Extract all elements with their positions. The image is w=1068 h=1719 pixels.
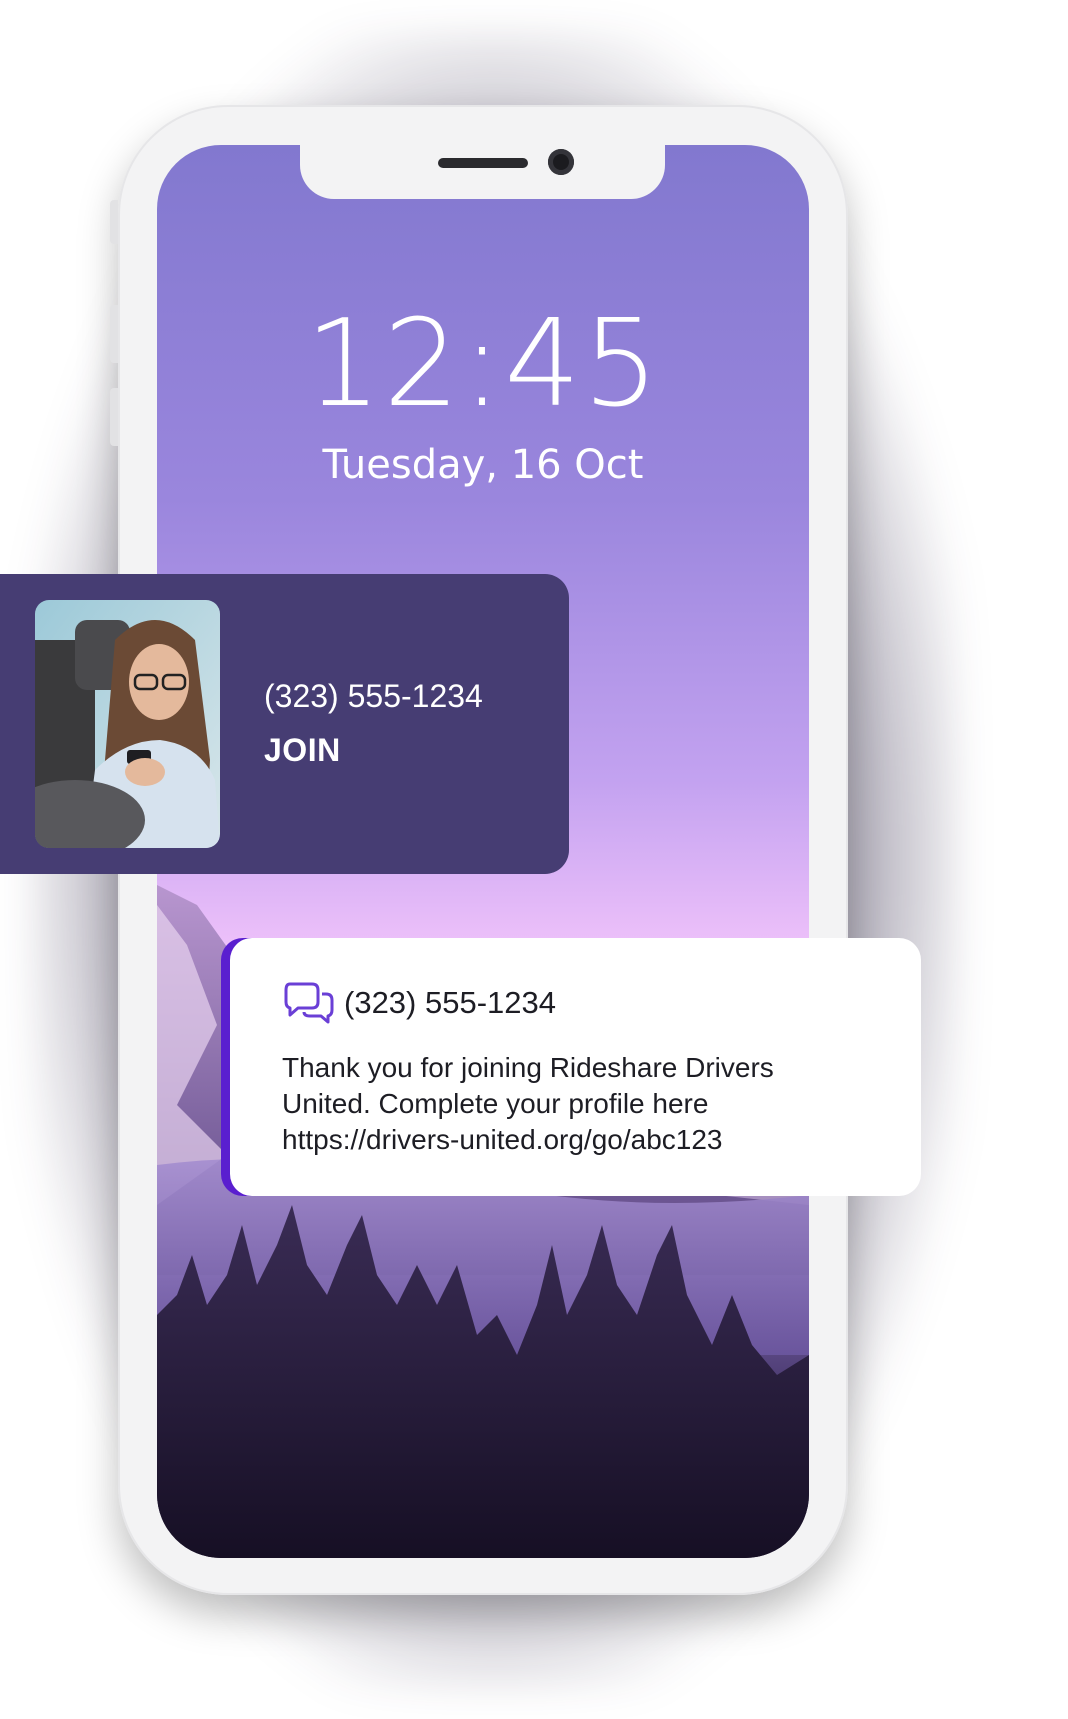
person-photo-icon [35, 600, 220, 848]
side-button-volume-down [110, 388, 118, 446]
sms-message-line: Thank you for joining Rideshare Drivers [282, 1052, 774, 1083]
join-label[interactable]: JOIN [264, 730, 341, 770]
front-camera [548, 149, 574, 175]
call-notification-card[interactable]: (323) 555-1234 JOIN [0, 574, 569, 874]
call-phone-number: (323) 555-1234 [264, 678, 483, 714]
sms-message: Thank you for joining Rideshare Drivers … [282, 1050, 902, 1158]
sms-phone-number: (323) 555-1234 [344, 985, 556, 1020]
sms-notification-card[interactable]: (323) 555-1234 Thank you for joining Rid… [230, 938, 921, 1196]
driver-photo [35, 600, 220, 848]
lock-screen-time: 12:45 [305, 295, 661, 434]
lock-screen-date: Tuesday, 16 Oct [322, 442, 644, 488]
sms-message-line: United. Complete your profile here [282, 1088, 709, 1119]
speaker-grill [438, 158, 528, 168]
side-button-volume-up [110, 305, 118, 363]
sms-link[interactable]: https://drivers-united.org/go/abc123 [282, 1122, 902, 1158]
phone-notch [300, 145, 665, 199]
chat-bubbles-icon [284, 982, 334, 1024]
side-button-top [110, 200, 118, 244]
